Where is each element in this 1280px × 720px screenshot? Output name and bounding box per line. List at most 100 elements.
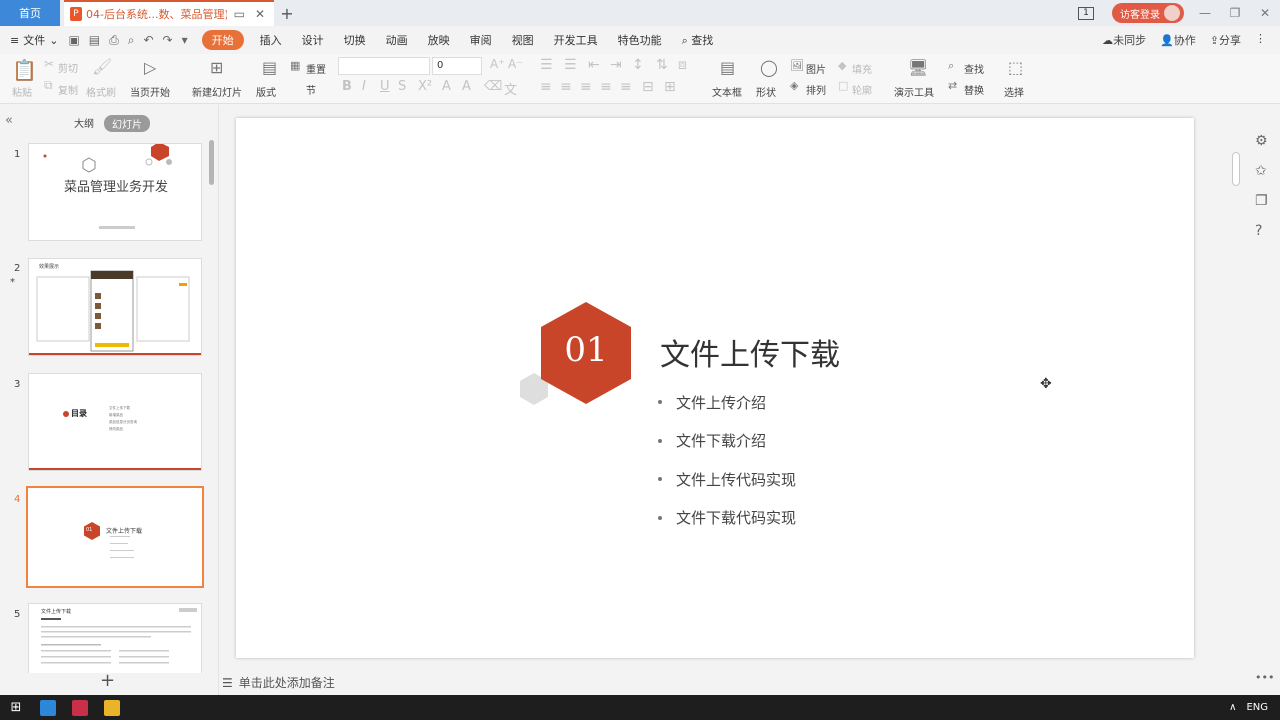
textbox-icon[interactable]: ▤: [720, 58, 735, 77]
slide-thumbnail-5[interactable]: 文件上传下载: [28, 603, 202, 673]
app-icon-ide[interactable]: [72, 699, 88, 716]
animation-pane-icon[interactable]: ✩: [1255, 163, 1267, 179]
select-button[interactable]: 选择: [1004, 84, 1024, 99]
distribute-icon[interactable]: ≡: [620, 79, 632, 95]
paste-icon[interactable]: 📋: [12, 58, 37, 82]
clear-format-icon[interactable]: ⌫: [484, 79, 502, 94]
share-button[interactable]: ⇪分享: [1210, 32, 1241, 48]
shape-button[interactable]: 形状: [756, 84, 776, 99]
play-from-current-button[interactable]: 当页开始: [130, 84, 170, 99]
bold-icon[interactable]: B: [342, 79, 352, 94]
export-pdf-icon[interactable]: ▤: [89, 33, 100, 48]
app-icon-folder[interactable]: [104, 699, 120, 716]
align-right-icon[interactable]: ≡: [580, 79, 592, 95]
pin-tab-icon[interactable]: ▭: [231, 7, 248, 21]
home-tab[interactable]: 首页: [0, 0, 60, 26]
print-icon[interactable]: ⎙: [109, 33, 119, 48]
slide-thumbnail-3[interactable]: 目录 文件上传下载 新增菜品 菜品信息分页查询 修改菜品: [28, 373, 202, 471]
format-painter-icon[interactable]: 🖌: [92, 57, 112, 76]
arrange-button[interactable]: 排列: [806, 82, 826, 97]
undo-icon[interactable]: ↶: [143, 33, 153, 48]
highlight-icon[interactable]: A: [462, 79, 471, 94]
font-family-select[interactable]: [338, 57, 430, 75]
find-icon[interactable]: ⌕: [948, 59, 954, 73]
canvas-scrollbar[interactable]: [1232, 152, 1240, 186]
tab-transition[interactable]: 切换: [334, 32, 376, 48]
text-direction-icon[interactable]: ⇅: [656, 57, 668, 73]
line-spacing-icon[interactable]: ↕: [632, 57, 644, 73]
align-center-icon[interactable]: ≡: [560, 79, 572, 95]
present-tools-button[interactable]: 演示工具: [894, 84, 934, 99]
slide-thumbnail-2[interactable]: 效果展示: [28, 258, 202, 356]
tab-design[interactable]: 设计: [292, 32, 334, 48]
reset-button[interactable]: 重置: [306, 61, 326, 76]
layout-icon[interactable]: ▤: [262, 58, 277, 77]
new-tab-button[interactable]: +: [274, 0, 300, 26]
restore-icon[interactable]: ❐: [1220, 0, 1250, 26]
phonetic-icon[interactable]: 文: [504, 79, 517, 98]
slide-thumbnail-1[interactable]: 菜品管理业务开发: [28, 143, 202, 241]
copy-icon[interactable]: ⧉: [44, 78, 53, 93]
document-tab[interactable]: P 04-后台系统...数、菜品管理) ▭ ✕: [64, 0, 274, 26]
reset-icon[interactable]: ▦: [290, 59, 300, 72]
decrease-font-icon[interactable]: A⁻: [508, 57, 523, 71]
tab-special[interactable]: 特色功能: [608, 32, 672, 48]
strikethrough-icon[interactable]: S: [398, 79, 406, 94]
outline-button[interactable]: 轮廓: [852, 82, 872, 97]
slide-thumbnail-4[interactable]: 01 文件上传下载: [26, 486, 204, 588]
more-icon[interactable]: •••: [1255, 671, 1274, 684]
minimize-icon[interactable]: —: [1190, 0, 1220, 26]
picture-button[interactable]: 图片: [806, 61, 826, 76]
tab-view[interactable]: 视图: [502, 32, 544, 48]
collaborate-button[interactable]: 👤协作: [1160, 32, 1196, 48]
shape-icon[interactable]: ◯: [760, 58, 778, 77]
file-menu[interactable]: ≡ 文件 ⌄: [10, 32, 68, 48]
tab-animation[interactable]: 动画: [376, 32, 418, 48]
customize-toolbar-icon[interactable]: ▾: [182, 33, 188, 48]
input-language[interactable]: ENG: [1246, 702, 1268, 713]
bullets-icon[interactable]: ☰: [540, 57, 553, 73]
tab-start[interactable]: 开始: [201, 30, 244, 50]
tab-developer[interactable]: 开发工具: [544, 32, 608, 48]
text-color-icon[interactable]: A: [442, 79, 451, 94]
menu-search[interactable]: ⌕ 查找: [672, 32, 724, 48]
app-icon-browser[interactable]: [40, 699, 56, 716]
collapse-panel-icon[interactable]: «: [5, 113, 13, 128]
layout-button[interactable]: 版式: [256, 84, 276, 99]
smartart-icon[interactable]: ⊞: [664, 79, 676, 95]
textbox-button[interactable]: 文本框: [712, 84, 742, 99]
properties-icon[interactable]: ⚙: [1255, 133, 1268, 149]
replace-button[interactable]: 替换: [964, 82, 984, 97]
tray-chevron-icon[interactable]: ∧: [1229, 702, 1236, 713]
windows-start-icon[interactable]: ⊞: [8, 700, 24, 716]
redo-icon[interactable]: ↷: [163, 33, 173, 48]
cut-icon[interactable]: ✂: [44, 57, 54, 71]
close-window-icon[interactable]: ✕: [1250, 0, 1280, 26]
find-button[interactable]: 查找: [964, 61, 984, 76]
numbering-icon[interactable]: ☰: [564, 57, 577, 73]
add-slide-button[interactable]: +: [100, 670, 115, 691]
section-button[interactable]: 节: [306, 82, 316, 97]
picture-icon[interactable]: 🖼: [790, 59, 804, 72]
sync-status[interactable]: ☁未同步: [1102, 32, 1146, 48]
help-icon[interactable]: ?: [1255, 223, 1262, 239]
italic-icon[interactable]: I: [362, 79, 366, 94]
fill-button[interactable]: 填充: [852, 61, 872, 76]
decrease-indent-icon[interactable]: ⇤: [588, 57, 600, 73]
align-left-icon[interactable]: ≡: [540, 79, 552, 95]
increase-indent-icon[interactable]: ⇥: [610, 57, 622, 73]
play-icon[interactable]: ▷: [144, 58, 156, 77]
select-icon[interactable]: ⬚: [1008, 58, 1023, 77]
slide-panel-scrollbar[interactable]: [209, 140, 214, 185]
tab-insert[interactable]: 插入: [250, 32, 292, 48]
increase-font-icon[interactable]: A⁺: [490, 57, 505, 71]
notes-bar[interactable]: ☰ 单击此处添加备注: [222, 674, 335, 691]
align-text-icon[interactable]: ⊟: [642, 79, 654, 95]
columns-icon[interactable]: ⧈: [678, 57, 687, 73]
present-tools-icon[interactable]: 🖥: [908, 58, 928, 77]
fill-icon[interactable]: ◆: [838, 59, 846, 72]
outline-icon[interactable]: □: [838, 79, 848, 92]
arrange-icon[interactable]: ◈: [790, 79, 798, 92]
replace-icon[interactable]: ⇄: [948, 79, 957, 92]
print-preview-icon[interactable]: ⌕: [128, 33, 135, 48]
